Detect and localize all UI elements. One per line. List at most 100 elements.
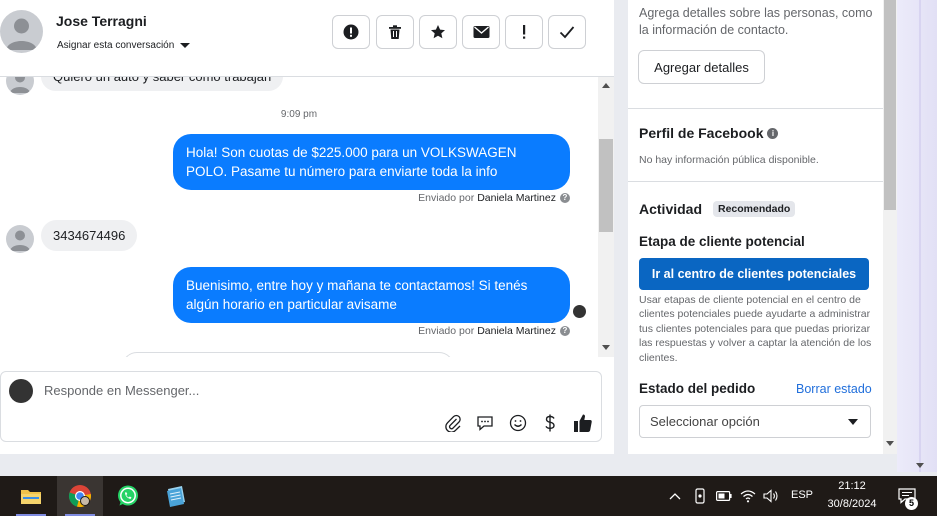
taskbar-chrome[interactable] [57,476,103,516]
page-scrollbar[interactable] [883,0,897,454]
window-edge [897,0,937,472]
star-button[interactable] [419,15,457,49]
order-status-select-value: Seleccionar opción [650,414,760,429]
activity-title: Actividad [639,201,703,217]
seen-avatar [573,305,586,318]
device-icon [695,488,705,504]
person-icon [6,18,37,50]
dollar-icon [545,414,555,432]
scrollbar-thumb[interactable] [599,139,613,232]
whatsapp-icon [118,485,138,506]
scroll-down-icon[interactable] [602,345,610,350]
battery-button[interactable] [715,487,733,505]
chevron-up-icon [669,493,681,500]
taskbar: ESP 21:12 30/8/2024 5 [0,476,937,516]
scrollbar-thumb[interactable] [884,0,896,210]
taskbar-notes-app[interactable] [153,476,199,516]
emoji-button[interactable] [507,412,529,434]
contact-name[interactable]: Jose Terragni [56,13,147,29]
incoming-message: 3434674496 [41,220,138,251]
alert-circle-icon [343,24,359,40]
contact-avatar[interactable] [0,10,43,53]
facebook-profile-title: Perfil de Facebook [639,125,764,141]
input-language[interactable]: ESP [791,489,813,501]
chevron-down-icon [848,419,858,425]
smiley-icon [509,414,527,432]
add-details-button[interactable]: Agregar detalles [638,50,765,84]
follow-up-button[interactable] [505,15,543,49]
sent-by-label: Enviado por [418,192,475,204]
clear-status-link[interactable]: Borrar estado [796,382,872,396]
sent-by-line: Enviado por Daniela Martinez ? [418,325,570,337]
mark-unread-button[interactable] [462,15,500,49]
assign-conversation-dropdown[interactable]: Asignar esta conversación [57,40,191,51]
divider [628,108,883,109]
facebook-profile-section: Perfil de Facebook i [639,125,779,141]
message-scrollbar[interactable] [598,77,614,357]
saved-replies-button[interactable] [474,412,496,434]
taskbar-whatsapp[interactable] [105,476,151,516]
checkmark-icon [559,26,575,39]
contact-details-panel: Agrega detalles sobre las personas, como… [628,0,883,454]
delete-button[interactable] [376,15,414,49]
lead-center-button[interactable]: Ir al centro de clientes potenciales [639,258,869,290]
wifi-button[interactable] [739,487,757,505]
order-status-select[interactable]: Seleccionar opción [639,405,871,438]
show-hidden-icons-button[interactable] [666,487,684,505]
sent-by-line: Enviado por Daniela Martinez ? [418,192,570,204]
scroll-down-icon[interactable] [916,463,924,468]
page-avatar [9,379,33,403]
clock-date[interactable]: 30/8/2024 [822,498,882,510]
question-icon[interactable]: ? [560,193,570,203]
agent-name: Daniela Martinez [477,192,556,204]
trash-icon [389,25,401,39]
wifi-icon [740,490,756,503]
contact-avatar-small [6,77,34,95]
message-timestamp: 9:09 pm [280,109,318,120]
mark-done-button[interactable] [548,15,586,49]
notification-count-badge: 5 [905,497,918,510]
attach-button[interactable] [442,412,464,434]
outgoing-message: Buenisimo, entre hoy y mañana te contact… [173,267,570,323]
lead-stage-description: Usar etapas de cliente potencial en el c… [639,294,872,364]
exclamation-icon [523,25,526,39]
notebook-icon [167,486,185,507]
like-button[interactable] [572,412,594,434]
folder-icon [21,490,41,504]
person-icon [10,230,30,251]
scroll-down-icon[interactable] [886,441,894,446]
outgoing-message: Hola! Son cuotas de $225.000 para un VOL… [173,134,570,190]
mark-spam-button[interactable] [332,15,370,49]
assign-conversation-label: Asignar esta conversación [57,40,175,51]
info-icon[interactable]: i [767,127,779,139]
envelope-icon [473,26,489,38]
payment-button[interactable] [539,412,561,434]
recommended-badge: Recomendado [713,201,796,217]
scroll-up-icon[interactable] [602,83,610,88]
taskbar-file-explorer[interactable] [8,476,54,516]
reply-input[interactable] [44,383,584,398]
chat-header: Jose Terragni Asignar esta conversación [0,0,614,77]
chat-panel: Jose Terragni Asignar esta conversación [0,0,614,454]
divider [628,181,883,182]
message-list: Quiero un auto y saber como trabajan 9:0… [0,77,598,357]
tray-device-button[interactable] [691,487,709,505]
partial-message-card [122,352,454,357]
clock-time[interactable]: 21:12 [825,480,879,492]
paperclip-icon [445,414,461,432]
star-icon [431,25,445,39]
details-description: Agrega detalles sobre las personas, como… [639,6,873,37]
incoming-message: Quiero un auto y saber como trabajan [41,77,284,91]
thumbs-up-icon [574,414,592,432]
facebook-profile-text: No hay información pública disponible. [639,154,819,166]
volume-button[interactable] [762,487,780,505]
speaker-icon [763,489,778,503]
battery-icon [716,491,732,501]
divider [919,0,921,472]
message-composer [0,371,602,442]
chat-bubble-icon [477,416,493,431]
chrome-icon [68,485,91,508]
lead-stage-title: Etapa de cliente potencial [639,234,805,249]
question-icon[interactable]: ? [560,326,570,336]
order-status-title: Estado del pedido [639,381,756,396]
